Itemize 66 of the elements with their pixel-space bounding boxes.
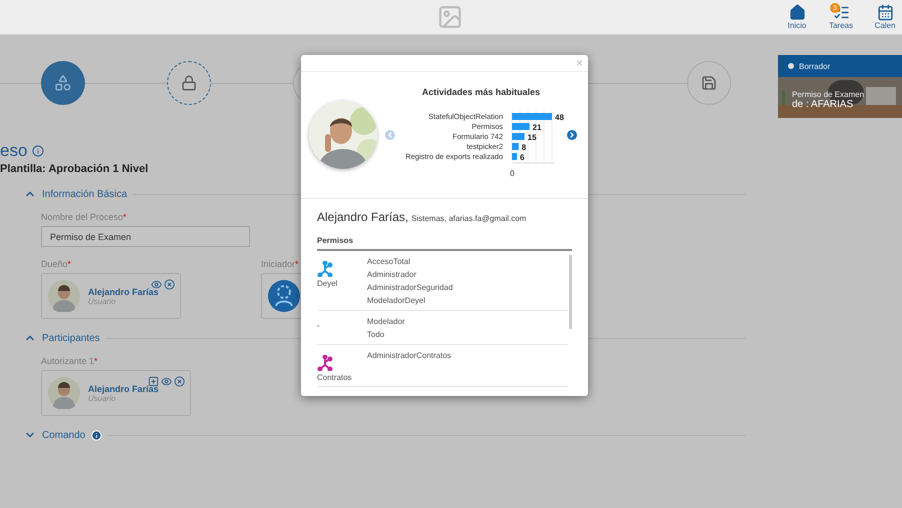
nav-link[interactable]: Inicio xyxy=(780,4,814,30)
section-title[interactable]: Participantes xyxy=(42,332,100,344)
draft-card[interactable]: Borrador Permiso de Examen de : AFARIAS xyxy=(778,55,902,118)
value-label: 6 xyxy=(520,152,524,162)
chart-title: Actividades más habituales xyxy=(422,86,540,96)
step-circle[interactable] xyxy=(687,61,731,105)
permission-item: ModeladorDeyel xyxy=(367,296,426,306)
section-title[interactable]: Comando xyxy=(42,430,86,440)
step-circle[interactable] xyxy=(41,61,85,105)
user-details: Sistemas, afarias.fa@gmail.com xyxy=(411,214,526,223)
value-label: 15 xyxy=(528,132,536,142)
home-icon xyxy=(788,4,806,21)
app-name: Deyel xyxy=(317,279,338,288)
next-button[interactable] xyxy=(567,130,577,140)
remove-icon[interactable] xyxy=(174,376,185,387)
view-icon[interactable] xyxy=(151,279,162,290)
user-role: Usuario xyxy=(88,394,116,402)
permission-item: AdministradorSeguridad xyxy=(367,283,453,293)
status-dot xyxy=(788,63,794,69)
nav-link[interactable]: Calen xyxy=(868,4,902,30)
permissions-heading: Permisos xyxy=(317,236,572,251)
task-list-icon xyxy=(832,4,850,21)
user-name: Alejandro Farías, xyxy=(317,210,408,224)
axis-label: 0 xyxy=(510,168,514,178)
image-placeholder-icon xyxy=(437,4,463,30)
bar xyxy=(512,152,517,160)
field-label: Autorizante 1* xyxy=(41,356,98,366)
section-title[interactable]: Información Básica xyxy=(42,188,128,200)
permission-item: Todo xyxy=(367,330,386,340)
calendar-icon xyxy=(876,4,894,21)
user-name: Alejandro Farías xyxy=(88,286,159,296)
app-name: - xyxy=(317,321,321,330)
value-label: 21 xyxy=(532,122,542,132)
bar xyxy=(512,142,519,150)
lock-icon xyxy=(181,75,197,91)
field-label: Iniciador* xyxy=(261,259,299,269)
avatar xyxy=(48,280,80,312)
avatar xyxy=(48,377,80,409)
permission-item: Administrador xyxy=(367,270,418,280)
permission-item: Modelador xyxy=(367,317,405,327)
value-label: 48 xyxy=(555,112,564,122)
template-name: Plantilla: Aprobación 1 Nivel xyxy=(0,163,148,175)
branch-icon xyxy=(317,355,333,371)
bar xyxy=(512,112,552,120)
field-label: Dueño* xyxy=(41,259,72,269)
value-label: 8 xyxy=(522,142,526,152)
bar xyxy=(512,122,530,130)
shapes-icon xyxy=(54,74,72,92)
branch-icon xyxy=(317,261,333,277)
user-name: Alejandro Farías xyxy=(88,384,159,394)
save-icon xyxy=(701,75,717,91)
remove-icon[interactable] xyxy=(164,279,175,290)
draft-author: de : AFARIAS xyxy=(792,99,854,110)
draft-title: Permiso de Examen xyxy=(792,90,864,99)
bar xyxy=(512,132,524,140)
permission-item: AdministradorContratos xyxy=(367,351,452,361)
permission-item: AccesoTotal xyxy=(367,257,412,267)
status-label: Borrador xyxy=(799,62,830,70)
user-role: Usuario xyxy=(88,296,116,306)
input-field[interactable]: Permiso de Examen xyxy=(41,226,250,247)
info-icon[interactable] xyxy=(32,145,44,157)
page-title: eso xyxy=(0,141,28,161)
view-icon[interactable] xyxy=(161,376,172,387)
field-label: Nombre del Proceso* xyxy=(41,212,127,222)
add-icon[interactable] xyxy=(148,376,159,387)
app-name: Contratos xyxy=(317,373,353,382)
